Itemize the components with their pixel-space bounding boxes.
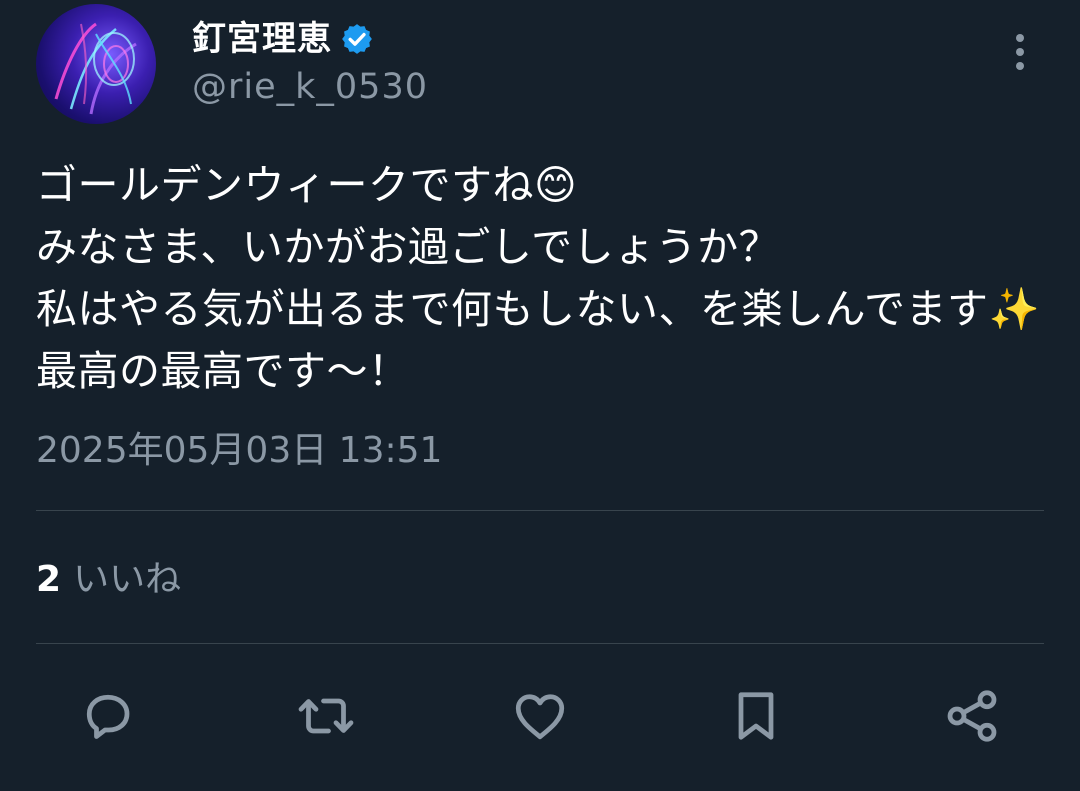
avatar-abstract-light-icon	[54, 22, 137, 115]
likes-count: 2	[36, 559, 62, 600]
bookmark-icon	[738, 692, 774, 740]
reply-icon	[86, 694, 130, 739]
author-name-row: 釘宮理恵	[192, 14, 374, 64]
divider	[36, 643, 1044, 644]
heart-icon	[515, 694, 565, 740]
tweet-text: ゴールデンウィークですね😊 みなさま、いかがお過ごしでしょうか？ 私はやる気が出…	[36, 161, 1040, 395]
retweet-icon	[298, 698, 354, 734]
more-vertical-icon	[1016, 34, 1024, 70]
likes-stat[interactable]: 2 いいね	[36, 556, 181, 604]
author-avatar[interactable]	[36, 4, 156, 124]
share-button[interactable]	[940, 680, 1004, 752]
bookmark-button[interactable]	[724, 680, 788, 752]
author-handle[interactable]: @rie_k_0530	[192, 62, 428, 112]
tweet-action-bar	[0, 680, 1080, 752]
verified-badge-icon	[340, 22, 374, 56]
like-button[interactable]	[508, 680, 572, 752]
author-display-name[interactable]: 釘宮理恵	[192, 14, 332, 64]
more-options-button[interactable]	[1004, 30, 1036, 74]
share-icon	[947, 690, 997, 742]
reply-button[interactable]	[76, 680, 140, 752]
retweet-button[interactable]	[294, 680, 358, 752]
tweet-timestamp[interactable]: 2025年05月03日 13:51	[36, 428, 442, 474]
likes-label: いいね	[73, 559, 182, 600]
divider	[36, 510, 1044, 511]
